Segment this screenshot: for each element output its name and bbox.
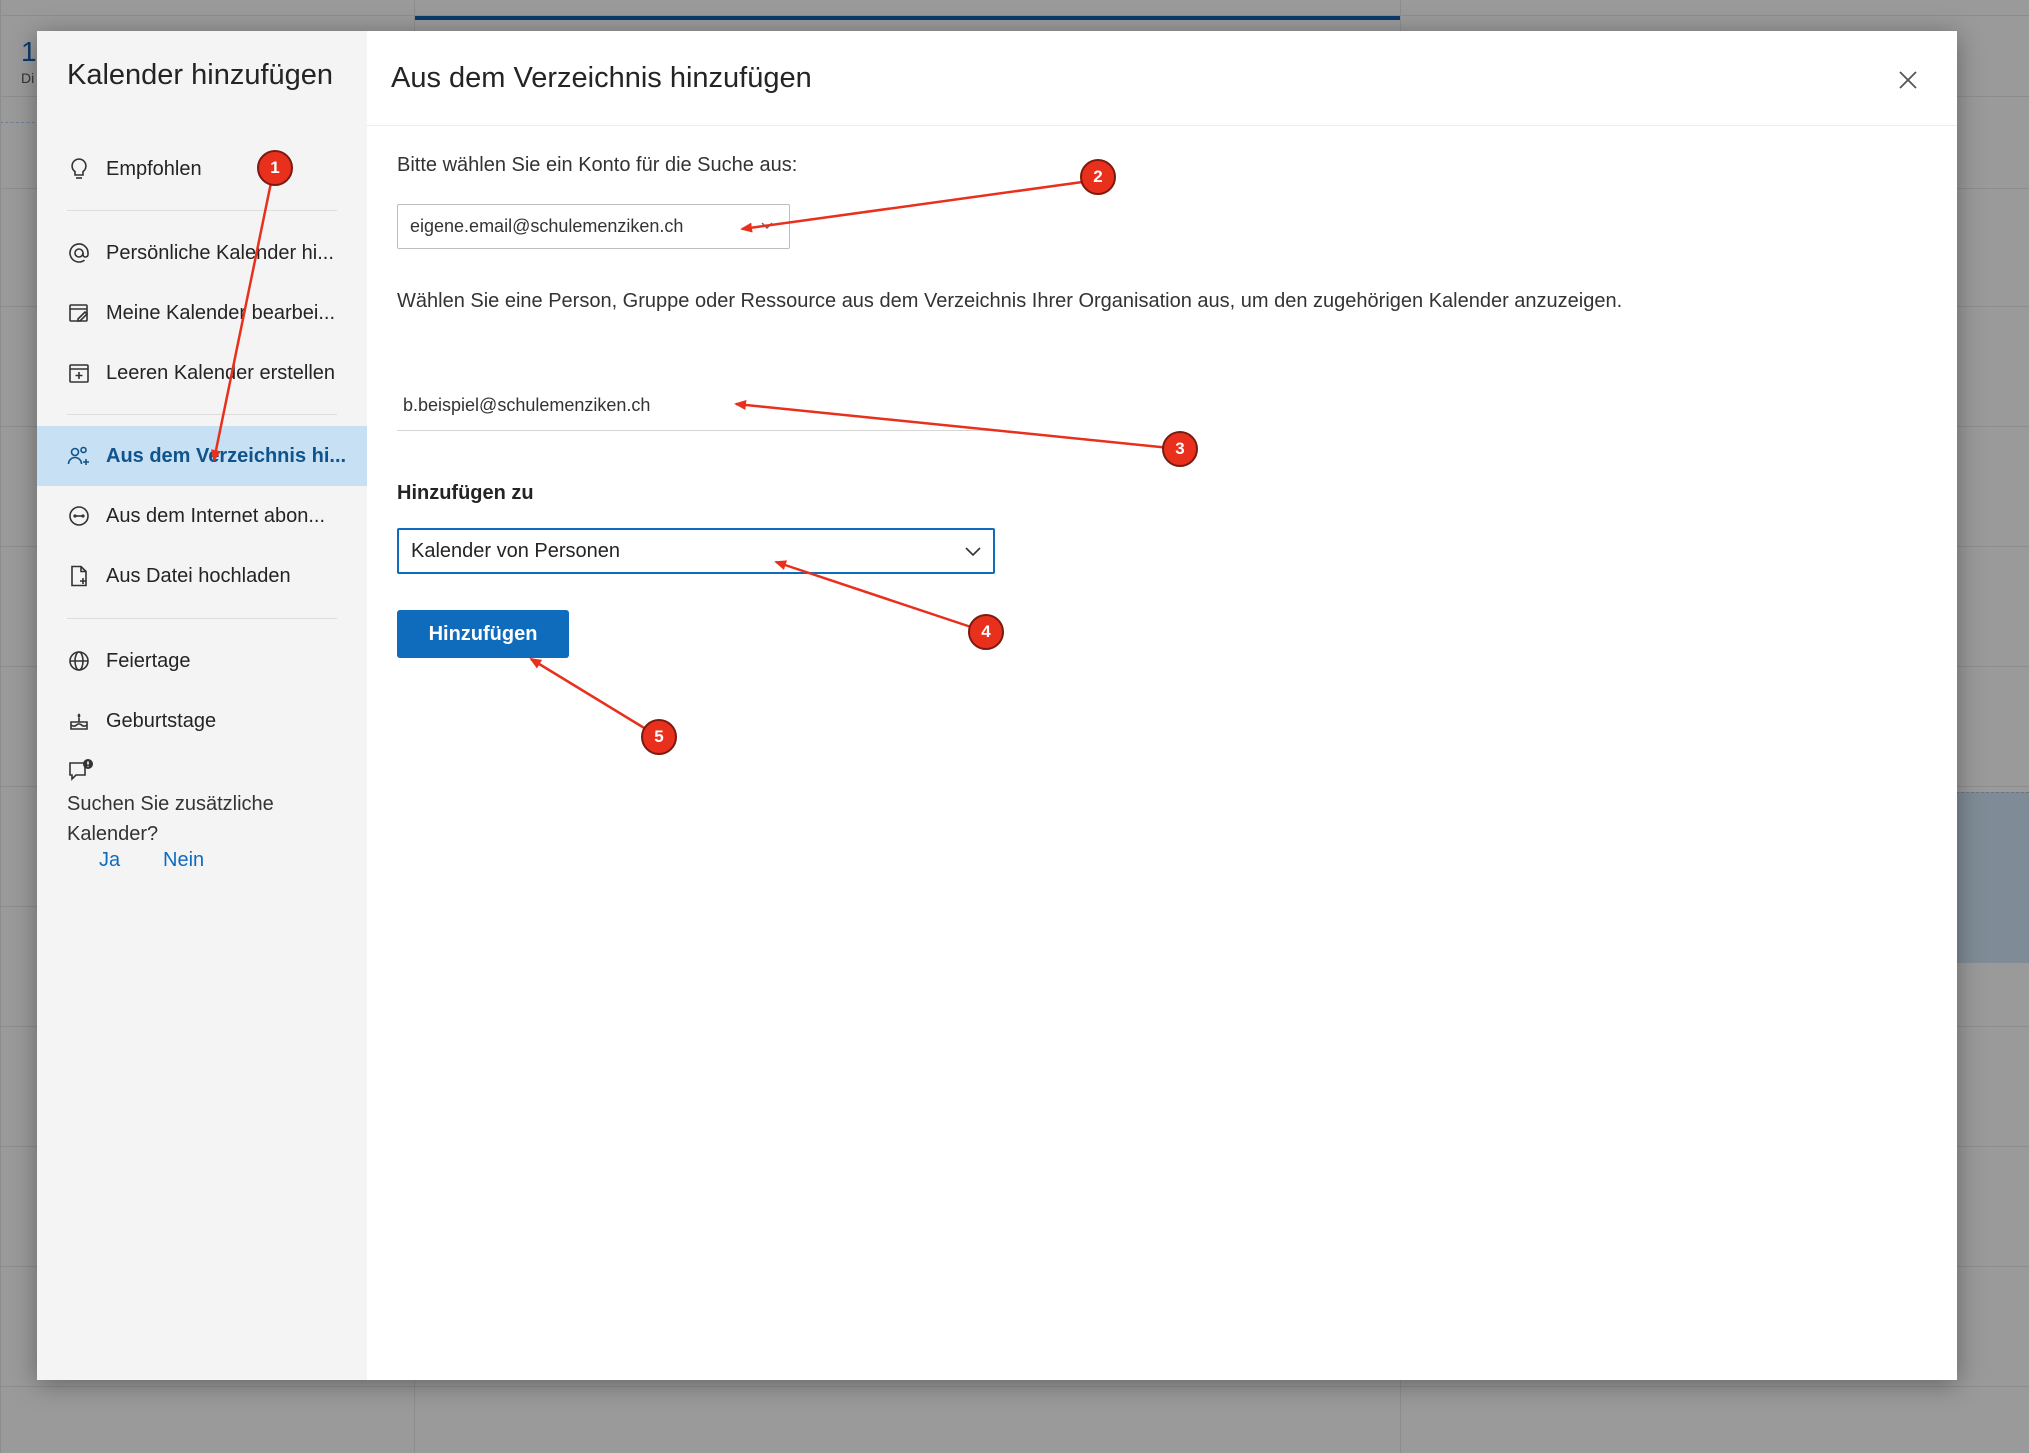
annotation-marker-5: 5	[641, 719, 677, 755]
nav-label: Meine Kalender bearbei...	[106, 301, 336, 324]
add-to-value: Kalender von Personen	[411, 540, 621, 562]
divider	[67, 210, 337, 211]
account-dropdown[interactable]: eigene.email@schulemenziken.ch	[397, 204, 790, 249]
nav-label: Aus dem Verzeichnis hi...	[106, 444, 347, 467]
divider	[67, 618, 337, 619]
add-to-dropdown[interactable]: Kalender von Personen	[397, 528, 995, 574]
nav-label: Feiertage	[106, 649, 191, 672]
divider	[67, 414, 337, 415]
cake-icon	[67, 709, 91, 733]
directory-description: Wählen Sie eine Person, Gruppe oder Ress…	[397, 290, 1623, 312]
current-time-line	[0, 122, 40, 123]
title-divider	[367, 125, 1957, 126]
annotation-marker-2: 2	[1080, 159, 1116, 195]
grid-line	[0, 1386, 2029, 1387]
grid-column-line	[0, 0, 1, 1453]
at-sign-icon	[67, 241, 91, 265]
grid-line	[0, 15, 2029, 16]
nav-item-leeren-kalender[interactable]: Leeren Kalender erstellen	[37, 343, 367, 403]
edit-calendar-icon	[67, 301, 91, 325]
account-label: Bitte wählen Sie ein Konto für die Suche…	[397, 154, 798, 176]
nav-label: Geburtstage	[106, 709, 217, 732]
document-add-icon	[67, 564, 91, 588]
nav-item-persoenliche-kalender[interactable]: Persönliche Kalender hi...	[37, 223, 367, 283]
additional-calendars-prompt: Suchen Sie zusätzliche Kalender?	[67, 793, 274, 845]
nav-label: Aus dem Internet abon...	[106, 504, 326, 527]
calendar-header-bar	[414, 16, 1401, 20]
account-value: eigene.email@schulemenziken.ch	[410, 216, 684, 236]
prompt-no-link[interactable]: Nein	[163, 849, 204, 872]
people-add-icon	[67, 444, 91, 468]
nav-label: Leeren Kalender erstellen	[106, 361, 336, 384]
close-icon	[1899, 71, 1917, 89]
close-button[interactable]	[1893, 65, 1923, 95]
nav-item-aus-dem-verzeichnis[interactable]: Aus dem Verzeichnis hi...	[37, 426, 367, 486]
annotation-marker-4: 4	[968, 614, 1004, 650]
nav-item-feiertage[interactable]: Feiertage	[37, 631, 367, 691]
nav-item-empfohlen[interactable]: Empfohlen	[37, 139, 367, 199]
add-calendar-dialog: Kalender hinzufügen Empfohlen Persönlich…	[37, 31, 1957, 1380]
add-to-label: Hinzufügen zu	[397, 482, 534, 504]
lightbulb-icon	[67, 157, 91, 181]
chevron-down-icon	[761, 222, 773, 229]
prompt-yes-link[interactable]: Ja	[99, 849, 120, 872]
nav-item-aus-dem-internet[interactable]: Aus dem Internet abon...	[37, 486, 367, 546]
nav-item-meine-kalender[interactable]: Meine Kalender bearbei...	[37, 283, 367, 343]
nav-label: Empfohlen	[106, 157, 202, 180]
link-circle-icon	[67, 504, 91, 528]
nav-label: Persönliche Kalender hi...	[106, 241, 334, 264]
sidebar-title: Kalender hinzufügen	[67, 59, 334, 91]
dialog-sidebar: Kalender hinzufügen Empfohlen Persönlich…	[37, 31, 367, 1380]
globe-icon	[67, 649, 91, 673]
calendar-add-icon	[67, 361, 91, 385]
nav-label: Aus Datei hochladen	[106, 564, 291, 587]
annotation-marker-3: 3	[1162, 431, 1198, 467]
person-search-input[interactable]	[397, 381, 997, 431]
chevron-down-icon	[965, 547, 981, 557]
add-button[interactable]: Hinzufügen	[397, 610, 569, 658]
nav-item-aus-datei[interactable]: Aus Datei hochladen	[37, 546, 367, 606]
dialog-title: Aus dem Verzeichnis hinzufügen	[391, 62, 812, 94]
feedback-icon	[67, 758, 97, 788]
nav-item-geburtstage[interactable]: Geburtstage	[37, 691, 367, 751]
calendar-day-label: Di	[21, 70, 35, 86]
calendar-date-number: 1	[21, 36, 37, 67]
annotation-marker-1: 1	[257, 150, 293, 186]
